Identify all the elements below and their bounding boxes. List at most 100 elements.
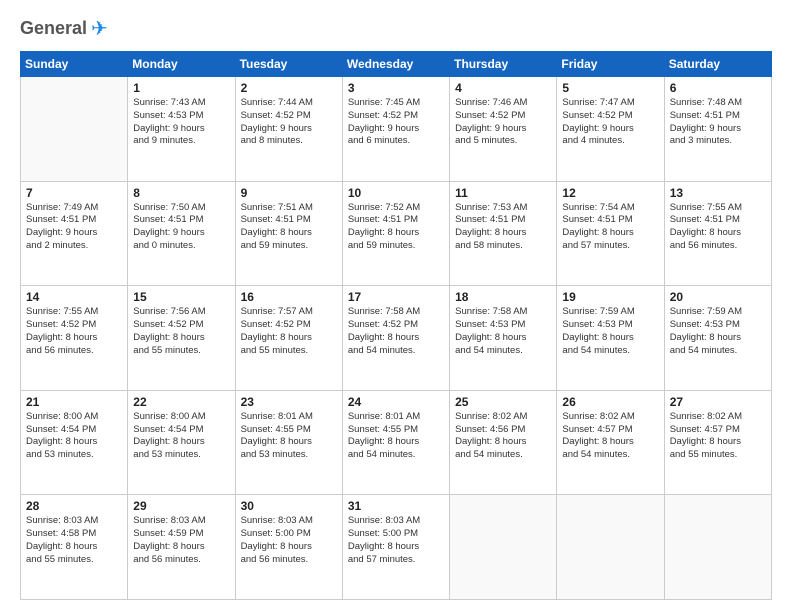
week-row-5: 28 Sunrise: 8:03 AM Sunset: 4:58 PM Dayli… — [21, 495, 772, 600]
day-info-8: Sunrise: 7:50 AM Sunset: 4:51 PM Dayligh… — [133, 202, 229, 253]
week-row-1: 1Sunrise: 7:43 AM Sunset: 4:53 PM Daylig… — [21, 77, 772, 182]
day-cell-16: 16Sunrise: 7:57 AM Sunset: 4:52 PM Dayli… — [235, 286, 342, 391]
day-info-22: Sunrise: 8:00 AM Sunset: 4:54 PM Dayligh… — [133, 411, 229, 462]
logo-bird-icon: ✈ — [91, 16, 108, 41]
day-cell-19: 19 Sunrise: 7:59 AM Sunset: 4:53 PM Dayli… — [557, 286, 664, 391]
weekday-header-tuesday: Tuesday — [235, 52, 342, 77]
day-cell-12: 12 Sunrise: 7:54 AM Sunset: 4:51 PM Dayli… — [557, 181, 664, 286]
day-info-7: Sunrise: 7:49 AM Sunset: 4:51 PM Dayligh… — [26, 202, 122, 253]
day-info-18: Sunrise: 7:58 AM Sunset: 4:53 PM Dayligh… — [455, 306, 551, 357]
day-info-27: Sunrise: 8:02 AM Sunset: 4:57 PM Dayligh… — [670, 411, 766, 462]
day-cell-18: 18 Sunrise: 7:58 AM Sunset: 4:53 PM Dayli… — [450, 286, 557, 391]
day-number-15: 15 — [133, 290, 229, 304]
logo-general-text: General — [20, 18, 87, 39]
weekday-header-thursday: Thursday — [450, 52, 557, 77]
day-number-9: 9 — [241, 186, 337, 200]
day-info-13: Sunrise: 7:55 AM Sunset: 4:51 PM Dayligh… — [670, 202, 766, 253]
day-info-11: Sunrise: 7:53 AM Sunset: 4:51 PM Dayligh… — [455, 202, 551, 253]
day-number-30: 30 — [241, 499, 337, 513]
empty-cell — [664, 495, 771, 600]
day-cell-20: 20 Sunrise: 7:59 AM Sunset: 4:53 PM Dayli… — [664, 286, 771, 391]
day-number-23: 23 — [241, 395, 337, 409]
header: General ✈ — [20, 16, 772, 41]
week-row-4: 21 Sunrise: 8:00 AM Sunset: 4:54 PM Dayli… — [21, 390, 772, 495]
day-cell-1: 1Sunrise: 7:43 AM Sunset: 4:53 PM Daylig… — [128, 77, 235, 182]
day-number-28: 28 — [26, 499, 122, 513]
day-number-29: 29 — [133, 499, 229, 513]
day-cell-2: 2 Sunrise: 7:44 AM Sunset: 4:52 PM Daylig… — [235, 77, 342, 182]
day-info-31: Sunrise: 8:03 AM Sunset: 5:00 PM Dayligh… — [348, 515, 444, 566]
day-cell-30: 30 Sunrise: 8:03 AM Sunset: 5:00 PM Dayli… — [235, 495, 342, 600]
day-number-4: 4 — [455, 81, 551, 95]
logo: General ✈ — [20, 16, 108, 41]
day-info-15: Sunrise: 7:56 AM Sunset: 4:52 PM Dayligh… — [133, 306, 229, 357]
day-info-25: Sunrise: 8:02 AM Sunset: 4:56 PM Dayligh… — [455, 411, 551, 462]
day-info-17: Sunrise: 7:58 AM Sunset: 4:52 PM Dayligh… — [348, 306, 444, 357]
day-info-30: Sunrise: 8:03 AM Sunset: 5:00 PM Dayligh… — [241, 515, 337, 566]
day-cell-23: 23Sunrise: 8:01 AM Sunset: 4:55 PM Dayli… — [235, 390, 342, 495]
day-number-1: 1 — [133, 81, 229, 95]
day-cell-8: 8 Sunrise: 7:50 AM Sunset: 4:51 PM Daylig… — [128, 181, 235, 286]
day-cell-10: 10 Sunrise: 7:52 AM Sunset: 4:51 PM Dayli… — [342, 181, 449, 286]
day-info-24: Sunrise: 8:01 AM Sunset: 4:55 PM Dayligh… — [348, 411, 444, 462]
day-info-12: Sunrise: 7:54 AM Sunset: 4:51 PM Dayligh… — [562, 202, 658, 253]
day-cell-21: 21 Sunrise: 8:00 AM Sunset: 4:54 PM Dayli… — [21, 390, 128, 495]
day-info-14: Sunrise: 7:55 AM Sunset: 4:52 PM Dayligh… — [26, 306, 122, 357]
day-cell-5: 5Sunrise: 7:47 AM Sunset: 4:52 PM Daylig… — [557, 77, 664, 182]
day-cell-14: 14 Sunrise: 7:55 AM Sunset: 4:52 PM Dayli… — [21, 286, 128, 391]
day-cell-17: 17Sunrise: 7:58 AM Sunset: 4:52 PM Dayli… — [342, 286, 449, 391]
day-info-4: Sunrise: 7:46 AM Sunset: 4:52 PM Dayligh… — [455, 97, 551, 148]
day-cell-13: 13 Sunrise: 7:55 AM Sunset: 4:51 PM Dayli… — [664, 181, 771, 286]
day-number-2: 2 — [241, 81, 337, 95]
day-cell-9: 9 Sunrise: 7:51 AM Sunset: 4:51 PM Daylig… — [235, 181, 342, 286]
day-cell-27: 27 Sunrise: 8:02 AM Sunset: 4:57 PM Dayli… — [664, 390, 771, 495]
day-cell-4: 4 Sunrise: 7:46 AM Sunset: 4:52 PM Daylig… — [450, 77, 557, 182]
day-number-12: 12 — [562, 186, 658, 200]
day-number-22: 22 — [133, 395, 229, 409]
day-cell-24: 24 Sunrise: 8:01 AM Sunset: 4:55 PM Dayli… — [342, 390, 449, 495]
day-cell-6: 6 Sunrise: 7:48 AM Sunset: 4:51 PM Daylig… — [664, 77, 771, 182]
day-number-24: 24 — [348, 395, 444, 409]
weekday-header-friday: Friday — [557, 52, 664, 77]
day-info-26: Sunrise: 8:02 AM Sunset: 4:57 PM Dayligh… — [562, 411, 658, 462]
weekday-header-saturday: Saturday — [664, 52, 771, 77]
day-info-6: Sunrise: 7:48 AM Sunset: 4:51 PM Dayligh… — [670, 97, 766, 148]
day-cell-29: 29 Sunrise: 8:03 AM Sunset: 4:59 PM Dayli… — [128, 495, 235, 600]
day-number-21: 21 — [26, 395, 122, 409]
day-number-18: 18 — [455, 290, 551, 304]
day-info-28: Sunrise: 8:03 AM Sunset: 4:58 PM Dayligh… — [26, 515, 122, 566]
day-cell-25: 25 Sunrise: 8:02 AM Sunset: 4:56 PM Dayli… — [450, 390, 557, 495]
day-number-8: 8 — [133, 186, 229, 200]
weekday-header-sunday: Sunday — [21, 52, 128, 77]
day-cell-31: 31 Sunrise: 8:03 AM Sunset: 5:00 PM Dayli… — [342, 495, 449, 600]
weekday-header-monday: Monday — [128, 52, 235, 77]
day-number-11: 11 — [455, 186, 551, 200]
week-row-3: 14 Sunrise: 7:55 AM Sunset: 4:52 PM Dayli… — [21, 286, 772, 391]
day-cell-7: 7Sunrise: 7:49 AM Sunset: 4:51 PM Daylig… — [21, 181, 128, 286]
day-info-10: Sunrise: 7:52 AM Sunset: 4:51 PM Dayligh… — [348, 202, 444, 253]
day-info-21: Sunrise: 8:00 AM Sunset: 4:54 PM Dayligh… — [26, 411, 122, 462]
day-number-25: 25 — [455, 395, 551, 409]
day-number-13: 13 — [670, 186, 766, 200]
day-number-31: 31 — [348, 499, 444, 513]
day-info-29: Sunrise: 8:03 AM Sunset: 4:59 PM Dayligh… — [133, 515, 229, 566]
day-number-20: 20 — [670, 290, 766, 304]
day-number-10: 10 — [348, 186, 444, 200]
week-row-2: 7Sunrise: 7:49 AM Sunset: 4:51 PM Daylig… — [21, 181, 772, 286]
day-number-5: 5 — [562, 81, 658, 95]
day-cell-15: 15 Sunrise: 7:56 AM Sunset: 4:52 PM Dayli… — [128, 286, 235, 391]
day-info-20: Sunrise: 7:59 AM Sunset: 4:53 PM Dayligh… — [670, 306, 766, 357]
day-cell-28: 28 Sunrise: 8:03 AM Sunset: 4:58 PM Dayli… — [21, 495, 128, 600]
day-cell-22: 22 Sunrise: 8:00 AM Sunset: 4:54 PM Dayli… — [128, 390, 235, 495]
day-info-19: Sunrise: 7:59 AM Sunset: 4:53 PM Dayligh… — [562, 306, 658, 357]
day-number-19: 19 — [562, 290, 658, 304]
day-info-2: Sunrise: 7:44 AM Sunset: 4:52 PM Dayligh… — [241, 97, 337, 148]
day-info-3: Sunrise: 7:45 AM Sunset: 4:52 PM Dayligh… — [348, 97, 444, 148]
weekday-header-wednesday: Wednesday — [342, 52, 449, 77]
day-number-27: 27 — [670, 395, 766, 409]
day-info-9: Sunrise: 7:51 AM Sunset: 4:51 PM Dayligh… — [241, 202, 337, 253]
day-number-14: 14 — [26, 290, 122, 304]
day-number-6: 6 — [670, 81, 766, 95]
empty-cell — [557, 495, 664, 600]
day-number-16: 16 — [241, 290, 337, 304]
